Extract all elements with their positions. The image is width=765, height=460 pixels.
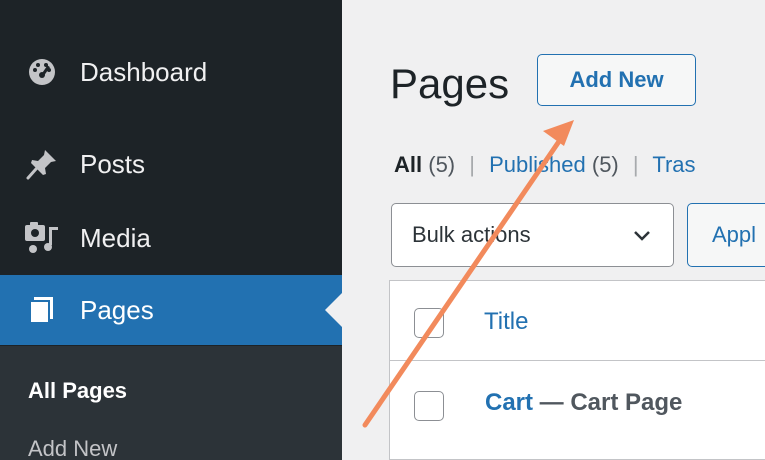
admin-sidebar: Dashboard Posts Media Pages All Pages Ad…	[0, 0, 342, 460]
submenu-add-new[interactable]: Add New	[28, 436, 117, 460]
table-header: Title	[390, 281, 765, 361]
filter-all-count: (5)	[428, 152, 456, 177]
pin-icon	[22, 147, 62, 181]
filter-separator: |	[632, 152, 639, 177]
filter-all[interactable]: All	[394, 152, 422, 177]
apply-button[interactable]: Appl	[687, 203, 765, 267]
filter-published[interactable]: Published	[489, 152, 586, 177]
sidebar-item-posts[interactable]: Posts	[0, 129, 342, 199]
bulk-actions-select[interactable]: Bulk actions	[391, 203, 674, 267]
page-title: Pages	[390, 60, 510, 107]
pages-icon	[22, 293, 62, 327]
row-checkbox[interactable]	[414, 391, 444, 421]
column-title-header[interactable]: Title	[484, 308, 528, 336]
row-title-link[interactable]: Cart — Cart Page	[485, 389, 682, 417]
row-post-state: — Cart Page	[533, 389, 683, 416]
table-row: Cart — Cart Page	[390, 361, 765, 460]
bulk-actions-value: Bulk actions	[412, 222, 531, 247]
main-content: Pages Add New All (5) | Published (5) | …	[342, 0, 765, 460]
row-title-text: Cart	[485, 389, 534, 416]
sidebar-item-dashboard[interactable]: Dashboard	[0, 37, 342, 107]
pages-table: Title Cart — Cart Page	[389, 280, 765, 460]
sidebar-item-label: Media	[80, 222, 151, 253]
status-filters: All (5) | Published (5) | Tras	[394, 152, 696, 178]
sidebar-item-label: Pages	[80, 294, 154, 325]
pages-submenu: All Pages Add New	[0, 346, 342, 460]
submenu-all-pages[interactable]: All Pages	[28, 378, 127, 404]
dashboard-icon	[22, 55, 62, 89]
sidebar-item-pages[interactable]: Pages	[0, 275, 342, 345]
active-indicator	[325, 293, 342, 327]
add-new-button[interactable]: Add New	[537, 54, 696, 106]
sidebar-item-label: Dashboard	[80, 56, 208, 87]
sidebar-item-media[interactable]: Media	[0, 203, 342, 273]
filter-trash[interactable]: Tras	[652, 152, 695, 177]
filter-published-count: (5)	[591, 152, 619, 177]
media-icon	[22, 221, 62, 255]
select-all-checkbox[interactable]	[414, 308, 444, 338]
filter-separator: |	[469, 152, 475, 177]
chevron-down-icon	[633, 222, 651, 248]
sidebar-item-label: Posts	[80, 148, 146, 179]
